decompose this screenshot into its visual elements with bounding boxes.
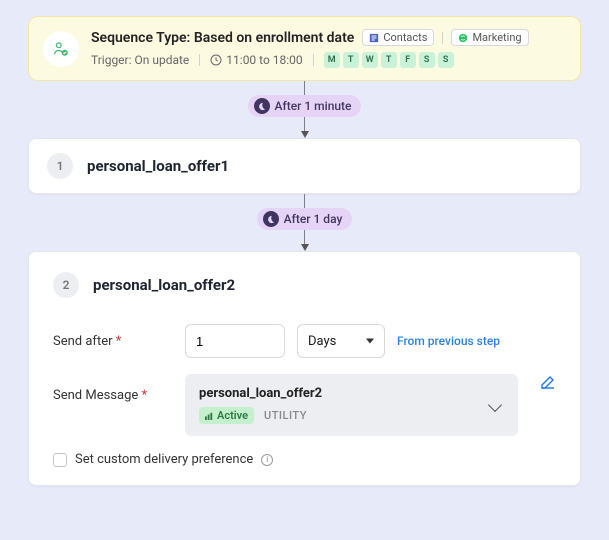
days-of-week: M T W T F S S — [324, 52, 454, 68]
clock-icon — [210, 54, 222, 66]
send-after-row: Send after * Days From previous step — [53, 324, 556, 358]
trigger-label: Trigger: On update — [91, 53, 189, 67]
message-select[interactable]: personal_loan_offer2 Active UTILITY — [185, 374, 518, 436]
connector-1: After 1 minute — [28, 81, 581, 138]
day-chip: W — [362, 52, 378, 68]
marketing-tag: Marketing — [451, 29, 528, 46]
edit-message-button[interactable] — [540, 374, 556, 394]
contacts-tag: Contacts — [362, 29, 434, 46]
contacts-tag-label: Contacts — [383, 31, 427, 44]
step-2-card: 2 personal_loan_offer2 Send after * Days… — [28, 251, 581, 486]
time-window-text: 11:00 to 18:00 — [226, 53, 302, 67]
delay-chip-1[interactable]: After 1 minute — [248, 95, 362, 117]
custom-delivery-row[interactable]: Set custom delivery preference i — [53, 452, 556, 467]
send-message-row: Send Message * personal_loan_offer2 Acti… — [53, 374, 556, 436]
time-window: 11:00 to 18:00 — [210, 53, 302, 67]
day-chip: S — [438, 52, 454, 68]
send-after-input[interactable] — [185, 324, 285, 358]
step-2-name: personal_loan_offer2 — [93, 276, 235, 294]
day-chip: F — [400, 52, 416, 68]
tag-divider — [442, 32, 443, 44]
sequence-icon — [43, 31, 79, 67]
utility-tag: UTILITY — [264, 409, 307, 422]
signal-icon — [205, 411, 214, 420]
send-message-label: Send Message * — [53, 374, 173, 403]
from-previous-step-link[interactable]: From previous step — [397, 334, 500, 348]
send-after-unit-text: Days — [308, 334, 336, 349]
send-after-unit-select[interactable]: Days — [297, 324, 385, 358]
active-status-tag: Active — [199, 407, 254, 424]
meta-divider-1 — [199, 54, 200, 66]
delay-chip-2[interactable]: After 1 day — [257, 208, 353, 230]
marketing-tag-label: Marketing — [472, 31, 521, 44]
step-1-card[interactable]: 1 personal_loan_offer1 — [28, 138, 581, 194]
send-after-label: Send after * — [53, 334, 173, 349]
delay-1-text: After 1 minute — [275, 99, 352, 113]
sequence-header-card: Sequence Type: Based on enrollment date … — [28, 16, 581, 81]
step-1-name: personal_loan_offer1 — [87, 157, 229, 175]
sequence-title: Sequence Type: Based on enrollment date — [91, 30, 354, 46]
step-2-number: 2 — [53, 272, 79, 298]
step-1-number: 1 — [47, 153, 73, 179]
day-chip: T — [343, 52, 359, 68]
custom-delivery-checkbox[interactable] — [53, 453, 67, 467]
arrow-down-icon — [301, 244, 309, 251]
connector-2: After 1 day — [28, 194, 581, 251]
day-chip: S — [419, 52, 435, 68]
moon-icon — [263, 211, 279, 227]
custom-delivery-label: Set custom delivery preference — [75, 452, 253, 467]
info-icon[interactable]: i — [261, 454, 273, 466]
message-name: personal_loan_offer2 — [199, 386, 322, 401]
chevron-down-icon — [488, 398, 502, 412]
delay-2-text: After 1 day — [284, 212, 343, 226]
arrow-down-icon — [301, 131, 309, 138]
day-chip: T — [381, 52, 397, 68]
day-chip: M — [324, 52, 340, 68]
moon-icon — [254, 98, 270, 114]
meta-divider-2 — [313, 54, 314, 66]
